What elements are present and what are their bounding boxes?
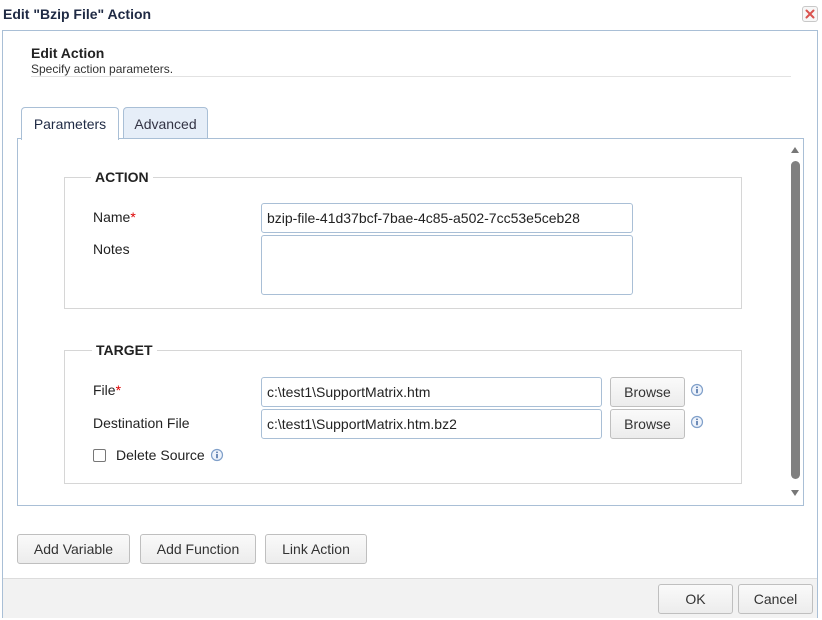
arrow-down-icon[interactable] [790, 489, 800, 497]
destination-file-value: c:\test1\SupportMatrix.htm.bz2 [267, 416, 457, 432]
close-button[interactable] [802, 6, 818, 22]
destination-browse-button[interactable]: Browse [610, 409, 685, 439]
info-icon [690, 383, 704, 397]
destination-file-input[interactable]: c:\test1\SupportMatrix.htm.bz2 [261, 409, 602, 439]
destination-info-icon[interactable] [690, 415, 704, 429]
info-icon [210, 448, 224, 462]
file-input-value: c:\test1\SupportMatrix.htm [267, 384, 431, 400]
window-title: Edit "Bzip File" Action [3, 6, 152, 22]
target-legend: TARGET [92, 342, 157, 358]
file-label: File* [93, 382, 121, 398]
name-label: Name* [93, 209, 136, 225]
info-icon [690, 415, 704, 429]
cancel-button[interactable]: Cancel [738, 584, 813, 614]
delete-source-label[interactable]: Delete Source [116, 447, 205, 463]
add-function-button[interactable]: Add Function [140, 534, 256, 564]
notes-label: Notes [93, 241, 130, 257]
ok-button[interactable]: OK [658, 584, 733, 614]
tab-advanced[interactable]: Advanced [123, 107, 208, 139]
notes-textarea[interactable] [261, 235, 633, 295]
delete-source-checkbox[interactable] [93, 449, 106, 462]
file-label-text: File [93, 382, 116, 398]
dialog-heading: Edit Action [31, 45, 105, 61]
tab-parameters[interactable]: Parameters [21, 107, 119, 140]
delete-source-info-icon[interactable] [210, 448, 224, 462]
header-divider [31, 76, 791, 77]
required-marker: * [130, 209, 136, 225]
close-icon [805, 9, 815, 19]
required-marker: * [115, 382, 122, 398]
dialog-subheading: Specify action parameters. [31, 62, 174, 76]
destination-file-label: Destination File [93, 415, 190, 431]
action-legend: ACTION [91, 169, 153, 185]
add-variable-button[interactable]: Add Variable [17, 534, 130, 564]
arrow-up-icon[interactable] [790, 146, 800, 154]
link-action-button[interactable]: Link Action [265, 534, 367, 564]
file-info-icon[interactable] [690, 383, 704, 397]
scrollbar-thumb[interactable] [791, 161, 800, 479]
name-input-value: bzip-file-41d37bcf-7bae-4c85-a502-7cc53e… [267, 210, 580, 226]
file-input[interactable]: c:\test1\SupportMatrix.htm [261, 377, 602, 407]
file-browse-button[interactable]: Browse [610, 377, 685, 407]
name-label-text: Name [93, 209, 131, 225]
title-bar: Edit "Bzip File" Action [0, 0, 822, 28]
name-input[interactable]: bzip-file-41d37bcf-7bae-4c85-a502-7cc53e… [261, 203, 633, 233]
